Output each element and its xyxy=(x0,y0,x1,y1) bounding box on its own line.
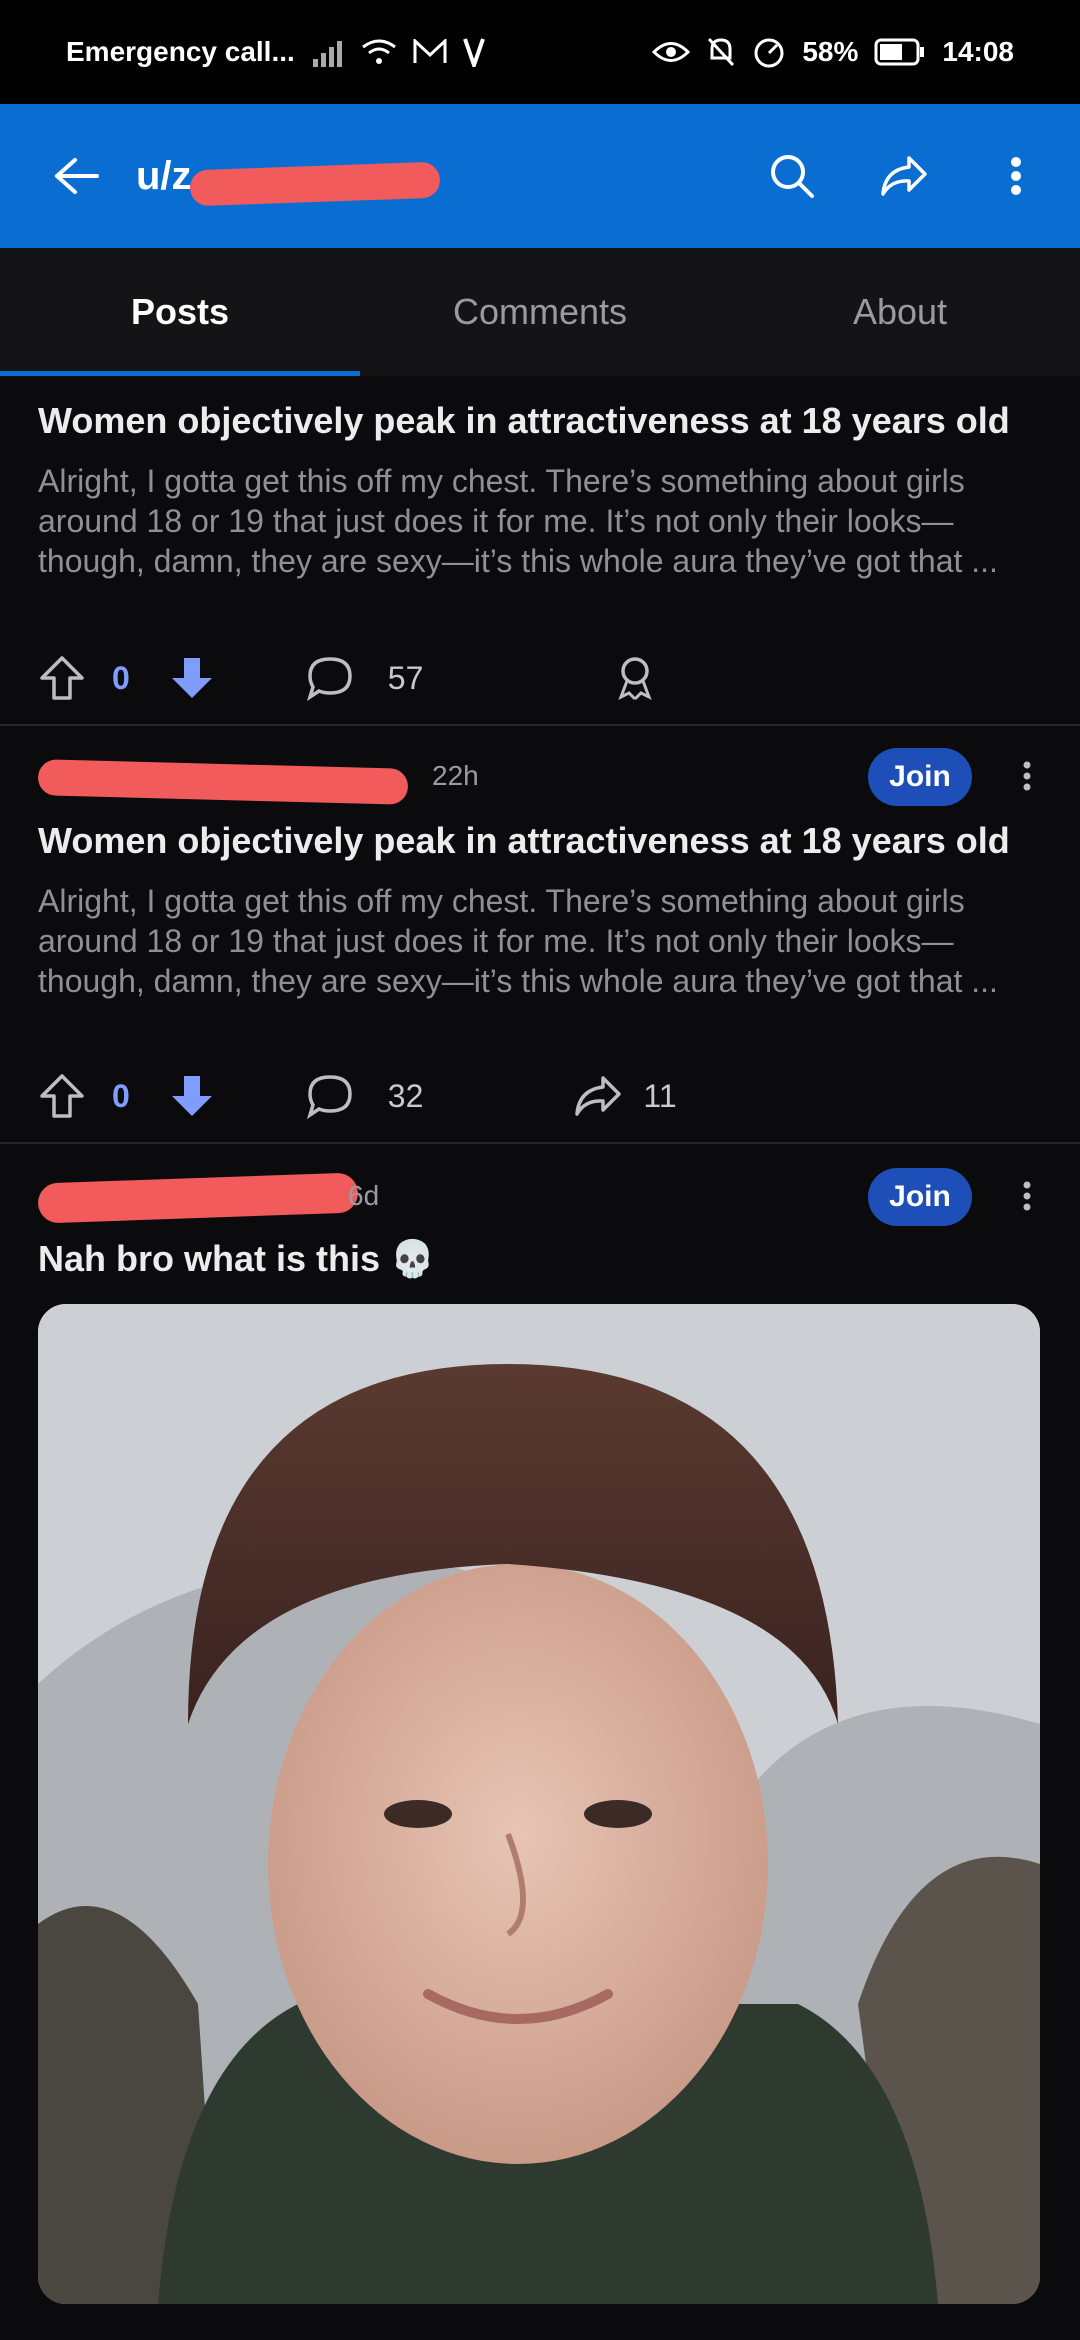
tab-comments-label: Comments xyxy=(452,291,628,332)
post-card[interactable]: Women objectively peak in attractiveness… xyxy=(0,818,1080,1001)
mail-icon xyxy=(413,39,447,63)
comment-icon[interactable] xyxy=(306,1073,354,1119)
tab-comments[interactable]: Comments xyxy=(360,248,720,376)
bell-off-icon xyxy=(708,37,735,67)
post-divider xyxy=(0,1142,1080,1144)
v-icon xyxy=(462,38,485,67)
post-body: Alright, I gotta get this off my chest. … xyxy=(38,463,998,579)
back-button[interactable] xyxy=(40,140,112,212)
post-title[interactable]: Women objectively peak in attractiveness… xyxy=(38,398,1042,443)
comment-count: 32 xyxy=(387,1077,424,1114)
post-image[interactable] xyxy=(38,1304,1040,2304)
app-bar: u/z xyxy=(0,104,1080,248)
share-icon[interactable] xyxy=(573,1074,623,1118)
wifi-icon xyxy=(361,39,396,64)
post-card[interactable]: Women objectively peak in attractiveness… xyxy=(0,398,1080,581)
speed-icon xyxy=(754,38,784,68)
upvote-icon[interactable] xyxy=(38,1072,86,1120)
post-actions: 0 57 xyxy=(38,648,655,708)
comment-count: 57 xyxy=(387,659,424,696)
tab-posts[interactable]: Posts xyxy=(0,248,360,376)
signal-icon xyxy=(312,41,342,67)
redaction-mark xyxy=(37,1172,359,1224)
carrier-text: Emergency call... xyxy=(66,36,295,67)
share-icon xyxy=(881,156,927,196)
profile-tabs: Posts Comments About xyxy=(0,248,1080,376)
vote-count: 0 xyxy=(112,659,130,696)
clock: 14:08 xyxy=(942,36,1014,67)
share-button[interactable] xyxy=(868,140,940,212)
status-right: 58% 14:08 xyxy=(652,36,1014,68)
eye-icon xyxy=(652,42,691,62)
post-time: 22h xyxy=(432,760,479,791)
post-card[interactable]: Nah bro what is this 💀 xyxy=(0,1236,1080,1281)
tab-posts-label: Posts xyxy=(130,291,230,332)
more-vertical-icon xyxy=(1023,761,1031,791)
join-button[interactable]: Join xyxy=(868,1168,972,1226)
upvote-icon[interactable] xyxy=(38,654,86,702)
redaction-mark xyxy=(189,161,441,206)
battery-percent: 58% xyxy=(802,36,859,67)
tab-about[interactable]: About xyxy=(720,248,1080,376)
back-arrow-icon xyxy=(55,158,99,194)
award-icon[interactable] xyxy=(615,655,655,701)
tab-about-label: About xyxy=(852,291,948,332)
post-more-button[interactable] xyxy=(1012,746,1042,806)
post-time: 6d xyxy=(348,1180,380,1211)
app-actions xyxy=(756,140,1052,212)
battery-icon xyxy=(874,38,925,66)
username-text: u/z xyxy=(136,153,192,198)
vote-count: 0 xyxy=(112,1077,130,1114)
post-divider xyxy=(0,724,1080,726)
redaction-mark xyxy=(37,759,409,805)
status-left: Emergency call... xyxy=(66,36,485,68)
search-button[interactable] xyxy=(756,140,828,212)
post-actions: 0 32 11 xyxy=(38,1066,677,1126)
profile-username: u/z xyxy=(136,153,756,206)
photo-illustration xyxy=(38,1304,1040,2304)
post-title[interactable]: Women objectively peak in attractiveness… xyxy=(38,818,1042,863)
status-bar: Emergency call... 58% 14:08 xyxy=(0,0,1080,104)
more-button[interactable] xyxy=(980,140,1052,212)
downvote-icon[interactable] xyxy=(168,654,216,702)
join-button[interactable]: Join xyxy=(868,748,972,806)
more-vertical-icon xyxy=(1023,1181,1031,1211)
post-title[interactable]: Nah bro what is this 💀 xyxy=(38,1236,1042,1281)
more-vertical-icon xyxy=(1011,157,1021,195)
comment-icon[interactable] xyxy=(306,655,354,701)
post-body: Alright, I gotta get this off my chest. … xyxy=(38,883,998,999)
downvote-icon[interactable] xyxy=(168,1072,216,1120)
search-icon xyxy=(771,155,814,198)
share-count: 11 xyxy=(643,1077,677,1114)
post-more-button[interactable] xyxy=(1012,1166,1042,1226)
